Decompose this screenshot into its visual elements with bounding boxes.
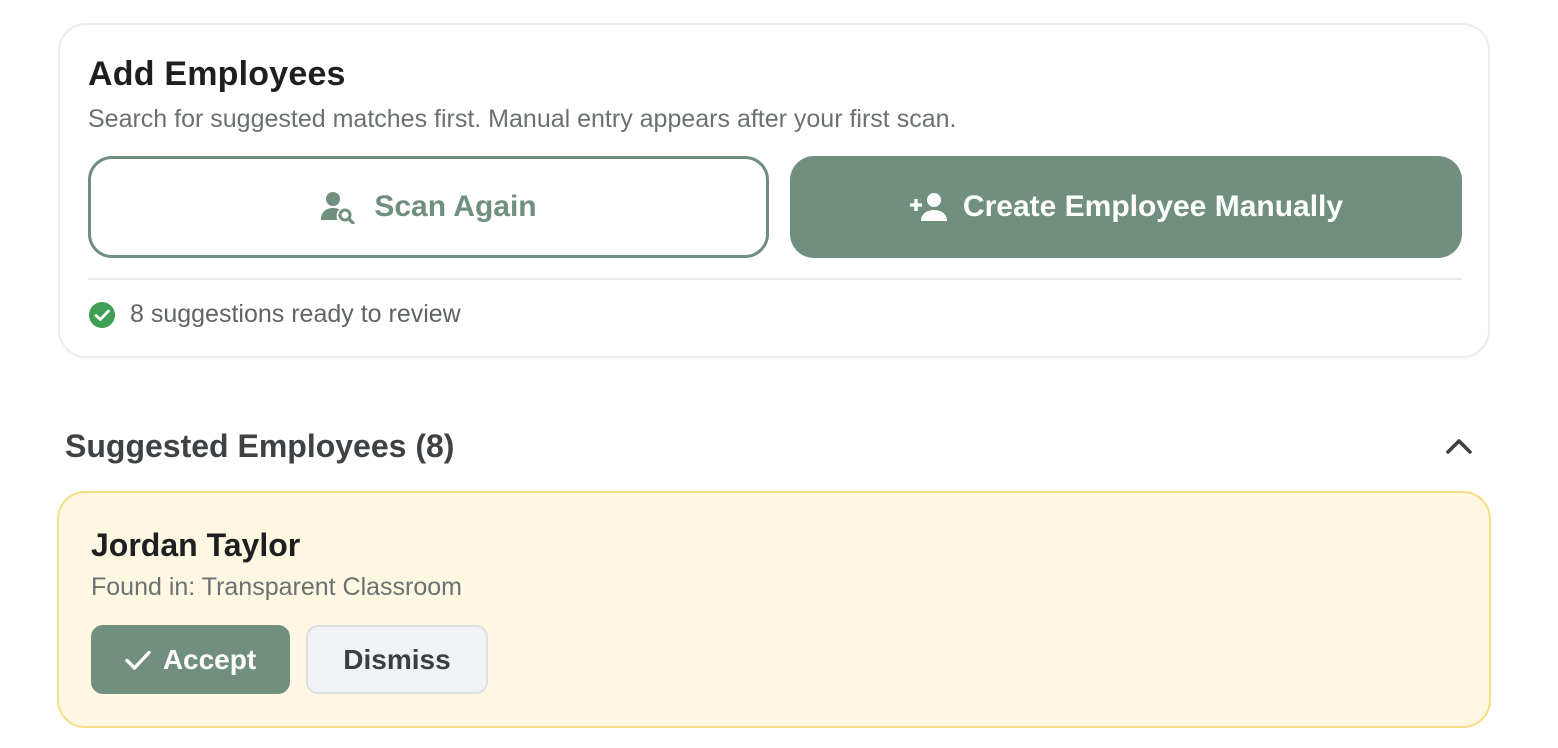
- person-add-icon: [909, 192, 947, 222]
- suggested-employees-title: Suggested Employees (8): [65, 428, 455, 464]
- dismiss-label: Dismiss: [343, 643, 451, 675]
- employee-source: Found in: Transparent Classroom: [91, 573, 463, 601]
- card-divider: [88, 278, 1462, 280]
- accept-label: Accept: [162, 643, 257, 675]
- create-employee-manually-button[interactable]: Create Employee Manually: [790, 156, 1462, 258]
- collapse-toggle[interactable]: [1438, 428, 1480, 464]
- dismiss-button[interactable]: Dismiss: [306, 625, 488, 694]
- add-employees-card: Add Employees Search for suggested match…: [58, 23, 1490, 358]
- scan-status: 8 suggestions ready to review: [88, 300, 461, 329]
- scan-status-text: 8 suggestions ready to review: [130, 300, 461, 328]
- check-circle-icon: [88, 301, 116, 329]
- person-search-icon: [320, 190, 356, 224]
- accept-button[interactable]: Accept: [91, 625, 290, 694]
- add-employees-subtitle: Search for suggested matches first. Manu…: [88, 105, 957, 133]
- create-employee-manually-label: Create Employee Manually: [962, 190, 1344, 223]
- chevron-up-icon: [1445, 437, 1473, 455]
- add-employees-title: Add Employees: [88, 55, 346, 93]
- checkmark-icon: [125, 649, 151, 671]
- suggestion-card: Jordan Taylor Found in: Transparent Clas…: [57, 491, 1491, 728]
- scan-again-button[interactable]: Scan Again: [88, 156, 769, 258]
- employee-name: Jordan Taylor: [91, 527, 301, 563]
- scan-again-label: Scan Again: [374, 190, 537, 223]
